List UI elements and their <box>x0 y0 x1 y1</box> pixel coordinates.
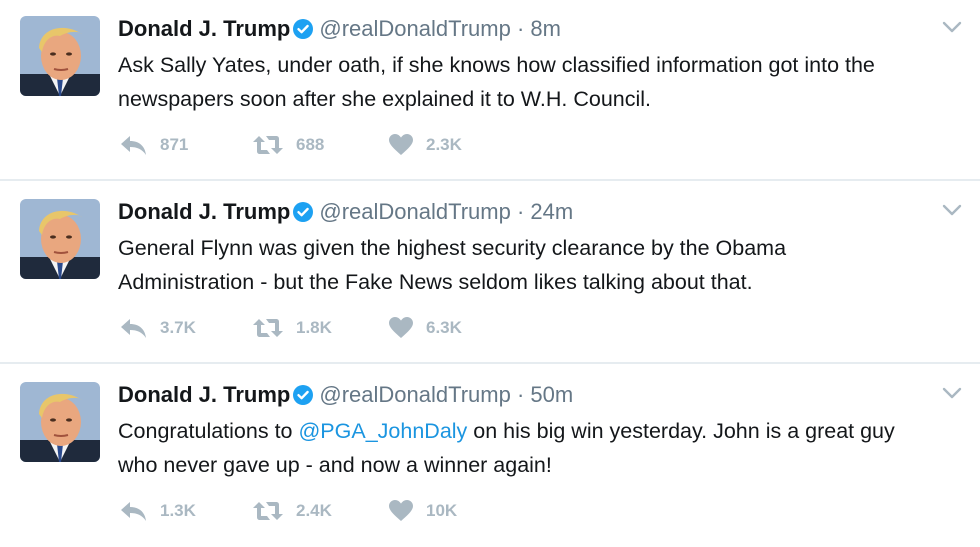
avatar[interactable] <box>20 16 100 96</box>
heart-icon <box>389 317 413 338</box>
tweet-text: Ask Sally Yates, under oath, if she know… <box>118 48 968 116</box>
reply-button[interactable]: 3.7K <box>118 316 252 340</box>
heart-icon <box>389 134 413 155</box>
verified-badge-icon <box>293 201 314 229</box>
tweet-text-body: Ask Sally Yates, under oath, if she know… <box>118 53 875 111</box>
tweet-actions: 871 688 2.3K <box>118 130 508 160</box>
tweet-header: Donald J. Trump @realDonaldTrump · 50m <box>118 381 573 412</box>
profile-photo-icon <box>20 199 100 279</box>
like-count: 6.3K <box>426 318 462 337</box>
profile-photo-icon <box>20 16 100 96</box>
user-handle[interactable]: @realDonaldTrump <box>319 199 510 224</box>
like-button[interactable]: 6.3K <box>388 316 508 340</box>
tweet-header: Donald J. Trump @realDonaldTrump · 24m <box>118 198 573 229</box>
reply-icon <box>121 502 146 521</box>
tweet-text: Congratulations to @PGA_JohnDaly on his … <box>118 414 968 482</box>
retweet-count: 688 <box>296 135 325 154</box>
tweet[interactable]: Donald J. Trump @realDonaldTrump · 24m Ge… <box>0 183 980 364</box>
user-name[interactable]: Donald J. Trump <box>118 382 290 407</box>
retweet-count: 2.4K <box>296 501 332 520</box>
mention-link[interactable]: @PGA_JohnDaly <box>298 419 467 443</box>
tweet-text-body: General Flynn was given the highest secu… <box>118 236 787 294</box>
retweet-icon <box>253 319 283 337</box>
like-count: 10K <box>426 501 458 520</box>
profile-photo-icon <box>20 382 100 462</box>
timestamp[interactable]: 8m <box>530 16 561 41</box>
user-handle[interactable]: @realDonaldTrump <box>319 16 510 41</box>
chevron-down-icon[interactable] <box>942 20 962 34</box>
tweet-actions: 1.3K 2.4K 10K <box>118 496 508 526</box>
reply-button[interactable]: 871 <box>118 133 252 157</box>
user-handle[interactable]: @realDonaldTrump <box>319 382 510 407</box>
chevron-down-icon[interactable] <box>942 386 962 400</box>
tweet-actions: 3.7K 1.8K 6.3K <box>118 313 508 343</box>
timestamp[interactable]: 50m <box>530 382 573 407</box>
verified-badge-icon <box>293 18 314 46</box>
tweet[interactable]: Donald J. Trump @realDonaldTrump · 8m Ask… <box>0 0 980 181</box>
reply-count: 3.7K <box>160 318 196 337</box>
heart-icon <box>389 500 413 521</box>
user-name[interactable]: Donald J. Trump <box>118 16 290 41</box>
separator: · <box>516 382 525 407</box>
tweet-text: General Flynn was given the highest secu… <box>118 231 968 299</box>
reply-icon <box>121 319 146 338</box>
retweet-count: 1.8K <box>296 318 332 337</box>
verified-badge-icon <box>293 384 314 412</box>
avatar[interactable] <box>20 199 100 279</box>
like-count: 2.3K <box>426 135 462 154</box>
avatar[interactable] <box>20 382 100 462</box>
retweet-button[interactable]: 2.4K <box>252 499 388 523</box>
like-button[interactable]: 10K <box>388 499 508 523</box>
retweet-button[interactable]: 688 <box>252 133 388 157</box>
tweet-header: Donald J. Trump @realDonaldTrump · 8m <box>118 15 561 46</box>
tweet[interactable]: Donald J. Trump @realDonaldTrump · 50m Co… <box>0 366 980 547</box>
reply-button[interactable]: 1.3K <box>118 499 252 523</box>
tweet-text-body: Congratulations to <box>118 419 299 443</box>
retweet-button[interactable]: 1.8K <box>252 316 388 340</box>
chevron-down-icon[interactable] <box>942 203 962 217</box>
reply-icon <box>121 136 146 155</box>
reply-count: 871 <box>160 135 189 154</box>
reply-count: 1.3K <box>160 501 196 520</box>
separator: · <box>516 199 525 224</box>
user-name[interactable]: Donald J. Trump <box>118 199 290 224</box>
retweet-icon <box>253 136 283 154</box>
timestamp[interactable]: 24m <box>530 199 573 224</box>
retweet-icon <box>253 502 283 520</box>
like-button[interactable]: 2.3K <box>388 133 508 157</box>
tweet-feed: Donald J. Trump @realDonaldTrump · 8m Ask… <box>0 0 980 545</box>
separator: · <box>516 16 525 41</box>
